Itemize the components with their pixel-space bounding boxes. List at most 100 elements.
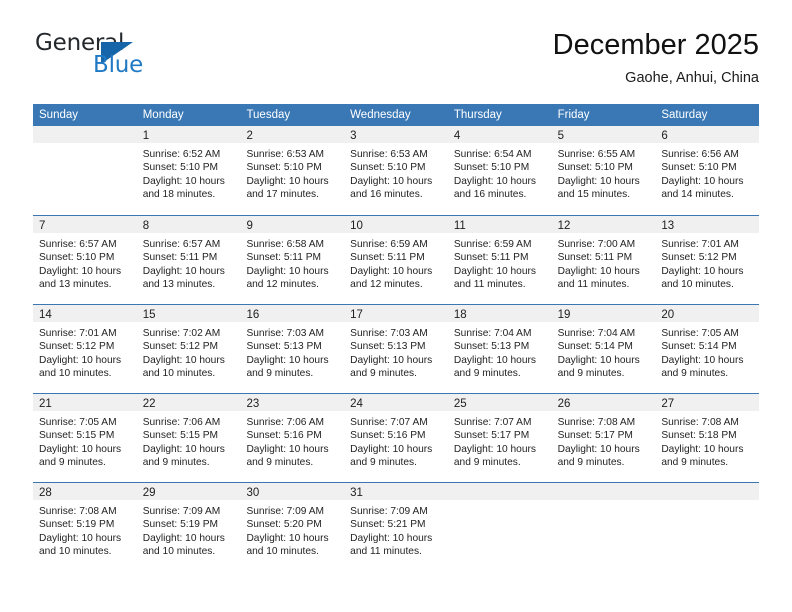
day-details: Sunrise: 6:57 AM Sunset: 5:10 PM Daylight:… xyxy=(33,233,137,292)
day-number: 11 xyxy=(453,220,466,232)
day-cell-5[interactable]: 5 Sunrise: 6:55 AM Sunset: 5:10 PM Daylight… xyxy=(551,126,656,215)
day-number: 9 xyxy=(246,220,253,232)
day-detail-line: Sunrise: 7:09 AM xyxy=(246,506,325,517)
day-detail-line: Daylight: 10 hours xyxy=(661,443,744,455)
day-number: 4 xyxy=(453,130,461,142)
day-detail-line: and 9 minutes. xyxy=(39,457,106,469)
day-cell-14[interactable]: 14 Sunrise: 7:01 AM Sunset: 5:12 PM Dayligh… xyxy=(33,305,137,393)
day-number: 16 xyxy=(246,309,260,321)
day-cell-8[interactable]: 8 Sunrise: 6:57 AM Sunset: 5:11 PM Daylight… xyxy=(136,216,241,304)
day-cell-24[interactable]: 24 Sunrise: 7:07 AM Sunset: 5:16 PM Dayligh… xyxy=(344,394,448,482)
day-detail-line: Sunrise: 7:08 AM xyxy=(661,417,739,428)
day-number: 14 xyxy=(39,309,52,321)
day-detail-line: Sunrise: 7:06 AM xyxy=(142,417,221,428)
day-detail-line: Sunrise: 7:03 AM xyxy=(246,328,325,339)
day-detail-line: and 10 minutes. xyxy=(661,279,734,291)
day-number-band: 19 xyxy=(551,305,656,322)
day-detail-line: and 9 minutes. xyxy=(557,457,625,469)
day-detail-line: and 10 minutes. xyxy=(39,368,112,380)
day-detail-line: Daylight: 10 hours xyxy=(661,175,744,187)
day-number: 8 xyxy=(142,220,150,232)
day-cell-4[interactable]: 4 Sunrise: 6:54 AM Sunset: 5:10 PM Daylight… xyxy=(447,126,552,215)
day-cell-1[interactable]: 1 Sunrise: 6:52 AM Sunset: 5:10 PM Daylight… xyxy=(136,126,241,215)
day-cell-20[interactable]: 20 Sunrise: 7:05 AM Sunset: 5:14 PM Dayligh… xyxy=(655,305,760,393)
day-number-band: 1 xyxy=(136,126,241,143)
day-detail-line: Daylight: 10 hours xyxy=(246,443,329,455)
day-detail-line: Sunrise: 7:09 AM xyxy=(350,506,428,517)
general-blue-logo[interactable]: General Blue xyxy=(33,28,243,88)
day-number: 27 xyxy=(661,398,675,410)
day-detail-line: Sunrise: 7:08 AM xyxy=(39,506,117,517)
day-details: Sunrise: 7:09 AM Sunset: 5:20 PM Daylight:… xyxy=(240,500,344,559)
day-cell-26[interactable]: 26 Sunrise: 7:08 AM Sunset: 5:17 PM Dayligh… xyxy=(551,394,656,482)
day-number-band: 27 xyxy=(655,394,760,411)
day-cell-12[interactable]: 12 Sunrise: 7:00 AM Sunset: 5:11 PM Dayligh… xyxy=(551,216,656,304)
day-detail-line: Sunset: 5:19 PM xyxy=(142,519,219,531)
day-cell-17[interactable]: 17 Sunrise: 7:03 AM Sunset: 5:13 PM Dayligh… xyxy=(344,305,448,393)
day-cell-6[interactable]: 6 Sunrise: 6:56 AM Sunset: 5:10 PM Daylight… xyxy=(655,126,760,215)
day-cell-29[interactable]: 29 Sunrise: 7:09 AM Sunset: 5:19 PM Dayligh… xyxy=(136,483,241,571)
day-cell-30[interactable]: 30 Sunrise: 7:09 AM Sunset: 5:20 PM Dayligh… xyxy=(240,483,345,571)
day-detail-line: Sunset: 5:14 PM xyxy=(557,341,633,353)
day-cell-9[interactable]: 9 Sunrise: 6:58 AM Sunset: 5:11 PM Daylight… xyxy=(240,216,345,304)
day-number-band: 22 xyxy=(136,394,241,411)
day-cell-3[interactable]: 3 Sunrise: 6:53 AM Sunset: 5:10 PM Daylight… xyxy=(344,126,448,215)
day-cell-16[interactable]: 16 Sunrise: 7:03 AM Sunset: 5:13 PM Dayligh… xyxy=(240,305,345,393)
weekday-header-thursday: Thursday xyxy=(453,109,502,121)
day-detail-line: Daylight: 10 hours xyxy=(557,354,640,366)
day-number-band: 28 xyxy=(33,483,137,500)
day-cell-empty xyxy=(551,483,656,571)
day-detail-line: Sunrise: 7:01 AM xyxy=(39,328,117,339)
day-detail-line: and 9 minutes. xyxy=(142,457,210,469)
day-cell-28[interactable]: 28 Sunrise: 7:08 AM Sunset: 5:19 PM Dayligh… xyxy=(33,483,137,571)
day-detail-line: Sunrise: 7:07 AM xyxy=(350,417,428,428)
day-cell-31[interactable]: 31 Sunrise: 7:09 AM Sunset: 5:21 PM Dayligh… xyxy=(344,483,448,571)
day-detail-line: Sunrise: 6:58 AM xyxy=(246,239,325,250)
day-cell-7[interactable]: 7 Sunrise: 6:57 AM Sunset: 5:10 PM Daylight… xyxy=(33,216,137,304)
day-cell-18[interactable]: 18 Sunrise: 7:04 AM Sunset: 5:13 PM Dayligh… xyxy=(447,305,552,393)
day-detail-line: Sunset: 5:10 PM xyxy=(661,162,737,174)
day-detail-line: and 16 minutes. xyxy=(453,189,527,201)
day-cell-2[interactable]: 2 Sunrise: 6:53 AM Sunset: 5:10 PM Daylight… xyxy=(240,126,345,215)
day-cell-11[interactable]: 11 Sunrise: 6:59 AM Sunset: 5:11 PM Dayligh… xyxy=(447,216,552,304)
day-number-band: 23 xyxy=(240,394,345,411)
day-number: 22 xyxy=(142,398,156,410)
day-cell-25[interactable]: 25 Sunrise: 7:07 AM Sunset: 5:17 PM Dayligh… xyxy=(447,394,552,482)
day-number: 24 xyxy=(350,398,363,410)
day-number-band: 29 xyxy=(136,483,241,500)
day-cell-15[interactable]: 15 Sunrise: 7:02 AM Sunset: 5:12 PM Dayligh… xyxy=(136,305,241,393)
day-detail-line: Sunset: 5:14 PM xyxy=(661,341,737,353)
day-cell-23[interactable]: 23 Sunrise: 7:06 AM Sunset: 5:16 PM Dayligh… xyxy=(240,394,345,482)
day-detail-line: and 11 minutes. xyxy=(350,546,422,558)
day-detail-line: Sunrise: 7:07 AM xyxy=(453,417,532,428)
day-cell-10[interactable]: 10 Sunrise: 6:59 AM Sunset: 5:11 PM Dayligh… xyxy=(344,216,448,304)
day-detail-line: Sunset: 5:13 PM xyxy=(350,341,426,353)
day-detail-line: Sunrise: 7:00 AM xyxy=(557,239,636,250)
day-number: 15 xyxy=(142,309,156,321)
day-number-band: 6 xyxy=(655,126,760,143)
day-cell-22[interactable]: 22 Sunrise: 7:06 AM Sunset: 5:15 PM Dayligh… xyxy=(136,394,241,482)
day-details: Sunrise: 6:53 AM Sunset: 5:10 PM Daylight:… xyxy=(344,143,448,202)
day-detail-line: and 9 minutes. xyxy=(453,457,521,469)
page-subtitle: Gaohe, Anhui, China xyxy=(625,70,759,86)
day-number: 7 xyxy=(39,220,46,232)
day-detail-line: Daylight: 10 hours xyxy=(453,443,536,455)
day-number: 19 xyxy=(557,309,571,321)
weekday-header-row: Sunday Monday Tuesday Wednesday Thursday Frid… xyxy=(33,104,759,126)
day-detail-line: Sunrise: 7:04 AM xyxy=(453,328,532,339)
calendar-week-row: 28 Sunrise: 7:08 AM Sunset: 5:19 PM Dayligh… xyxy=(33,482,760,571)
day-number-band: 20 xyxy=(655,305,760,322)
day-number-band: 18 xyxy=(447,305,552,322)
day-cell-19[interactable]: 19 Sunrise: 7:04 AM Sunset: 5:14 PM Dayligh… xyxy=(551,305,656,393)
day-number: 28 xyxy=(39,487,52,499)
day-detail-line: and 10 minutes. xyxy=(39,546,112,558)
day-cell-27[interactable]: 27 Sunrise: 7:08 AM Sunset: 5:18 PM Dayligh… xyxy=(655,394,760,482)
day-cell-13[interactable]: 13 Sunrise: 7:01 AM Sunset: 5:12 PM Dayligh… xyxy=(655,216,760,304)
day-number: 29 xyxy=(142,487,156,499)
day-cell-empty xyxy=(447,483,552,571)
day-cell-21[interactable]: 21 Sunrise: 7:05 AM Sunset: 5:15 PM Dayligh… xyxy=(33,394,137,482)
day-detail-line: Sunrise: 7:04 AM xyxy=(557,328,636,339)
day-details: Sunrise: 7:04 AM Sunset: 5:14 PM Daylight:… xyxy=(552,322,656,381)
day-cell-empty xyxy=(655,483,760,571)
day-number-band: 15 xyxy=(136,305,241,322)
